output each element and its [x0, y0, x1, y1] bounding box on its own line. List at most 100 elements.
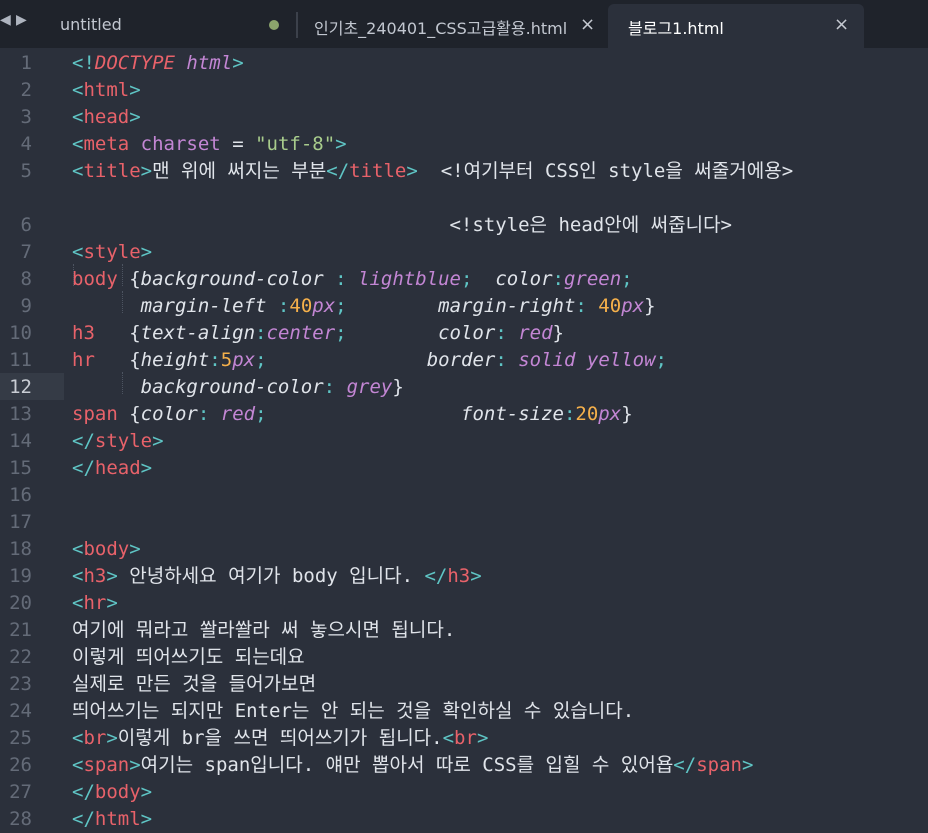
code-token: < [72, 79, 84, 101]
tab-css-advanced[interactable]: 인기초_240401_CSS고급활용.html × [300, 4, 606, 48]
code-token: head [94, 457, 141, 479]
code-line[interactable]: </body> [72, 779, 152, 806]
code-line[interactable]: hr {height:5px; border: solid yellow; [72, 347, 667, 374]
code-token: h3 [447, 565, 471, 587]
code-token: > [741, 754, 754, 776]
code-token: > [140, 160, 153, 182]
code-token: > [106, 565, 118, 587]
code-line[interactable]: <body> [72, 536, 141, 563]
tab-separator [296, 12, 298, 38]
code-token: </ [72, 781, 95, 803]
code-token: margin-left [140, 295, 267, 317]
code-token: </ [424, 565, 448, 587]
code-token: background-color [140, 376, 324, 398]
code-token: </ [72, 430, 95, 452]
code-token: grey [346, 376, 393, 398]
code-token: 20 [575, 403, 599, 425]
indent-guide [122, 264, 123, 286]
code-token: px [621, 295, 645, 317]
code-token: : [323, 268, 359, 290]
code-line[interactable]: <title>맨 위에 써지는 부분</title> <!여기부터 CSS인 s… [72, 158, 793, 185]
code-line[interactable]: <span>여기는 span입니다. 얘만 뽑아서 따로 CSS를 입힐 수 있… [72, 752, 753, 779]
code-line[interactable]: 이렇게 띄어쓰기도 되는데요 [72, 644, 305, 671]
code-token: body [72, 268, 118, 290]
code-line[interactable]: <style> [72, 239, 152, 266]
code-token: > [470, 565, 482, 587]
line-number: 26 [9, 754, 32, 776]
code-line[interactable]: <hr> [72, 590, 118, 617]
code-token: 여기에 뭐라고 쏼라쏼라 써 놓으시면 됩니다. [72, 619, 456, 641]
code-token: ; [460, 268, 473, 290]
nav-back-icon[interactable]: ◀ [0, 12, 11, 28]
code-token: </ [72, 457, 95, 479]
code-token: html [186, 52, 233, 74]
code-token: < [72, 538, 84, 560]
code-token: : [495, 349, 519, 371]
indent-guide [122, 372, 123, 394]
tab-label: untitled [60, 15, 122, 34]
code-token: ; [335, 322, 347, 344]
code-line[interactable]: <h3> 안녕하세요 여기가 body 입니다. </h3> [72, 563, 482, 590]
code-token: : [266, 295, 290, 317]
code-token: > [129, 538, 141, 560]
code-token: < [72, 565, 84, 587]
code-token: body [83, 538, 130, 560]
code-token: { [117, 403, 141, 425]
code-line[interactable]: </head> [72, 455, 152, 482]
close-icon[interactable]: × [834, 14, 849, 35]
code-token: 이렇게 띄어쓰기도 되는데요 [72, 646, 305, 668]
code-line[interactable]: h3 {text-align:center; color: red} [72, 320, 564, 347]
code-token: < [72, 754, 84, 776]
code-line[interactable]: <head> [72, 104, 141, 131]
tab-label: 블로그1.html [628, 19, 724, 38]
code-token: lightblue [358, 268, 461, 290]
code-line[interactable]: </html> [72, 806, 152, 833]
code-token: DOCTYPE [94, 52, 175, 74]
line-number: 6 [20, 214, 32, 236]
code-line[interactable]: <html> [72, 77, 141, 104]
code-token: yellow [586, 349, 656, 371]
code-token: br [454, 727, 477, 749]
code-token: : [209, 349, 221, 371]
code-token: html [94, 808, 141, 830]
code-token: 40 [598, 295, 622, 317]
line-number: 4 [20, 133, 32, 155]
code-line[interactable]: </style> [72, 428, 164, 455]
code-token: px [232, 349, 256, 371]
nav-forward-icon[interactable]: ▶ [16, 12, 27, 28]
code-token: span [72, 403, 118, 425]
code-line[interactable]: 여기에 뭐라고 쏼라쏼라 써 놓으시면 됩니다. [72, 617, 455, 644]
code-token: span [83, 754, 130, 776]
code-token: html [83, 79, 130, 101]
code-line[interactable]: <meta charset = "utf-8"> [72, 131, 347, 158]
code-token: ; [655, 349, 667, 371]
code-line[interactable]: <!DOCTYPE html> [72, 50, 244, 77]
code-line[interactable]: body {background-color : lightblue; colo… [72, 266, 633, 293]
tab-untitled[interactable]: untitled [40, 4, 294, 48]
code-token: green [563, 268, 622, 290]
close-icon[interactable]: × [580, 14, 595, 35]
code-token: br [83, 727, 107, 749]
code-editor[interactable]: 1 2 3 4 5 6 7 8 9 10 11 12 13 14 15 16 17 18 19 20 21 22 23 24 2… [0, 48, 928, 832]
code-token: ; [255, 349, 267, 371]
code-line[interactable]: <br>이렇게 br을 쓰면 띄어쓰기가 됩니다.<br> [72, 725, 488, 752]
code-token: > [129, 106, 141, 128]
code-line[interactable]: span {color: red; font-size:20px} [72, 401, 633, 428]
code-token: meta [83, 133, 130, 155]
code-token: < [72, 592, 84, 614]
code-line[interactable]: 실제로 만든 것을 들어가보면 [72, 671, 316, 698]
code-token: height [140, 349, 210, 371]
code-token: border [426, 349, 496, 371]
tab-blog1[interactable]: 블로그1.html × [608, 4, 864, 48]
code-token: { [94, 349, 141, 371]
code-token: px [598, 403, 622, 425]
code-line[interactable]: <!style은 head안에 써줍니다> [72, 212, 732, 239]
code-token: < [72, 106, 84, 128]
code-token: px [312, 295, 336, 317]
line-number: 19 [9, 565, 32, 587]
code-line[interactable]: 띄어쓰기는 되지만 Enter는 안 되는 것을 확인하실 수 있습니다. [72, 698, 634, 725]
code-token: title [83, 160, 141, 182]
code-line[interactable]: margin-left :40px; margin-right: 40px} [72, 293, 656, 320]
